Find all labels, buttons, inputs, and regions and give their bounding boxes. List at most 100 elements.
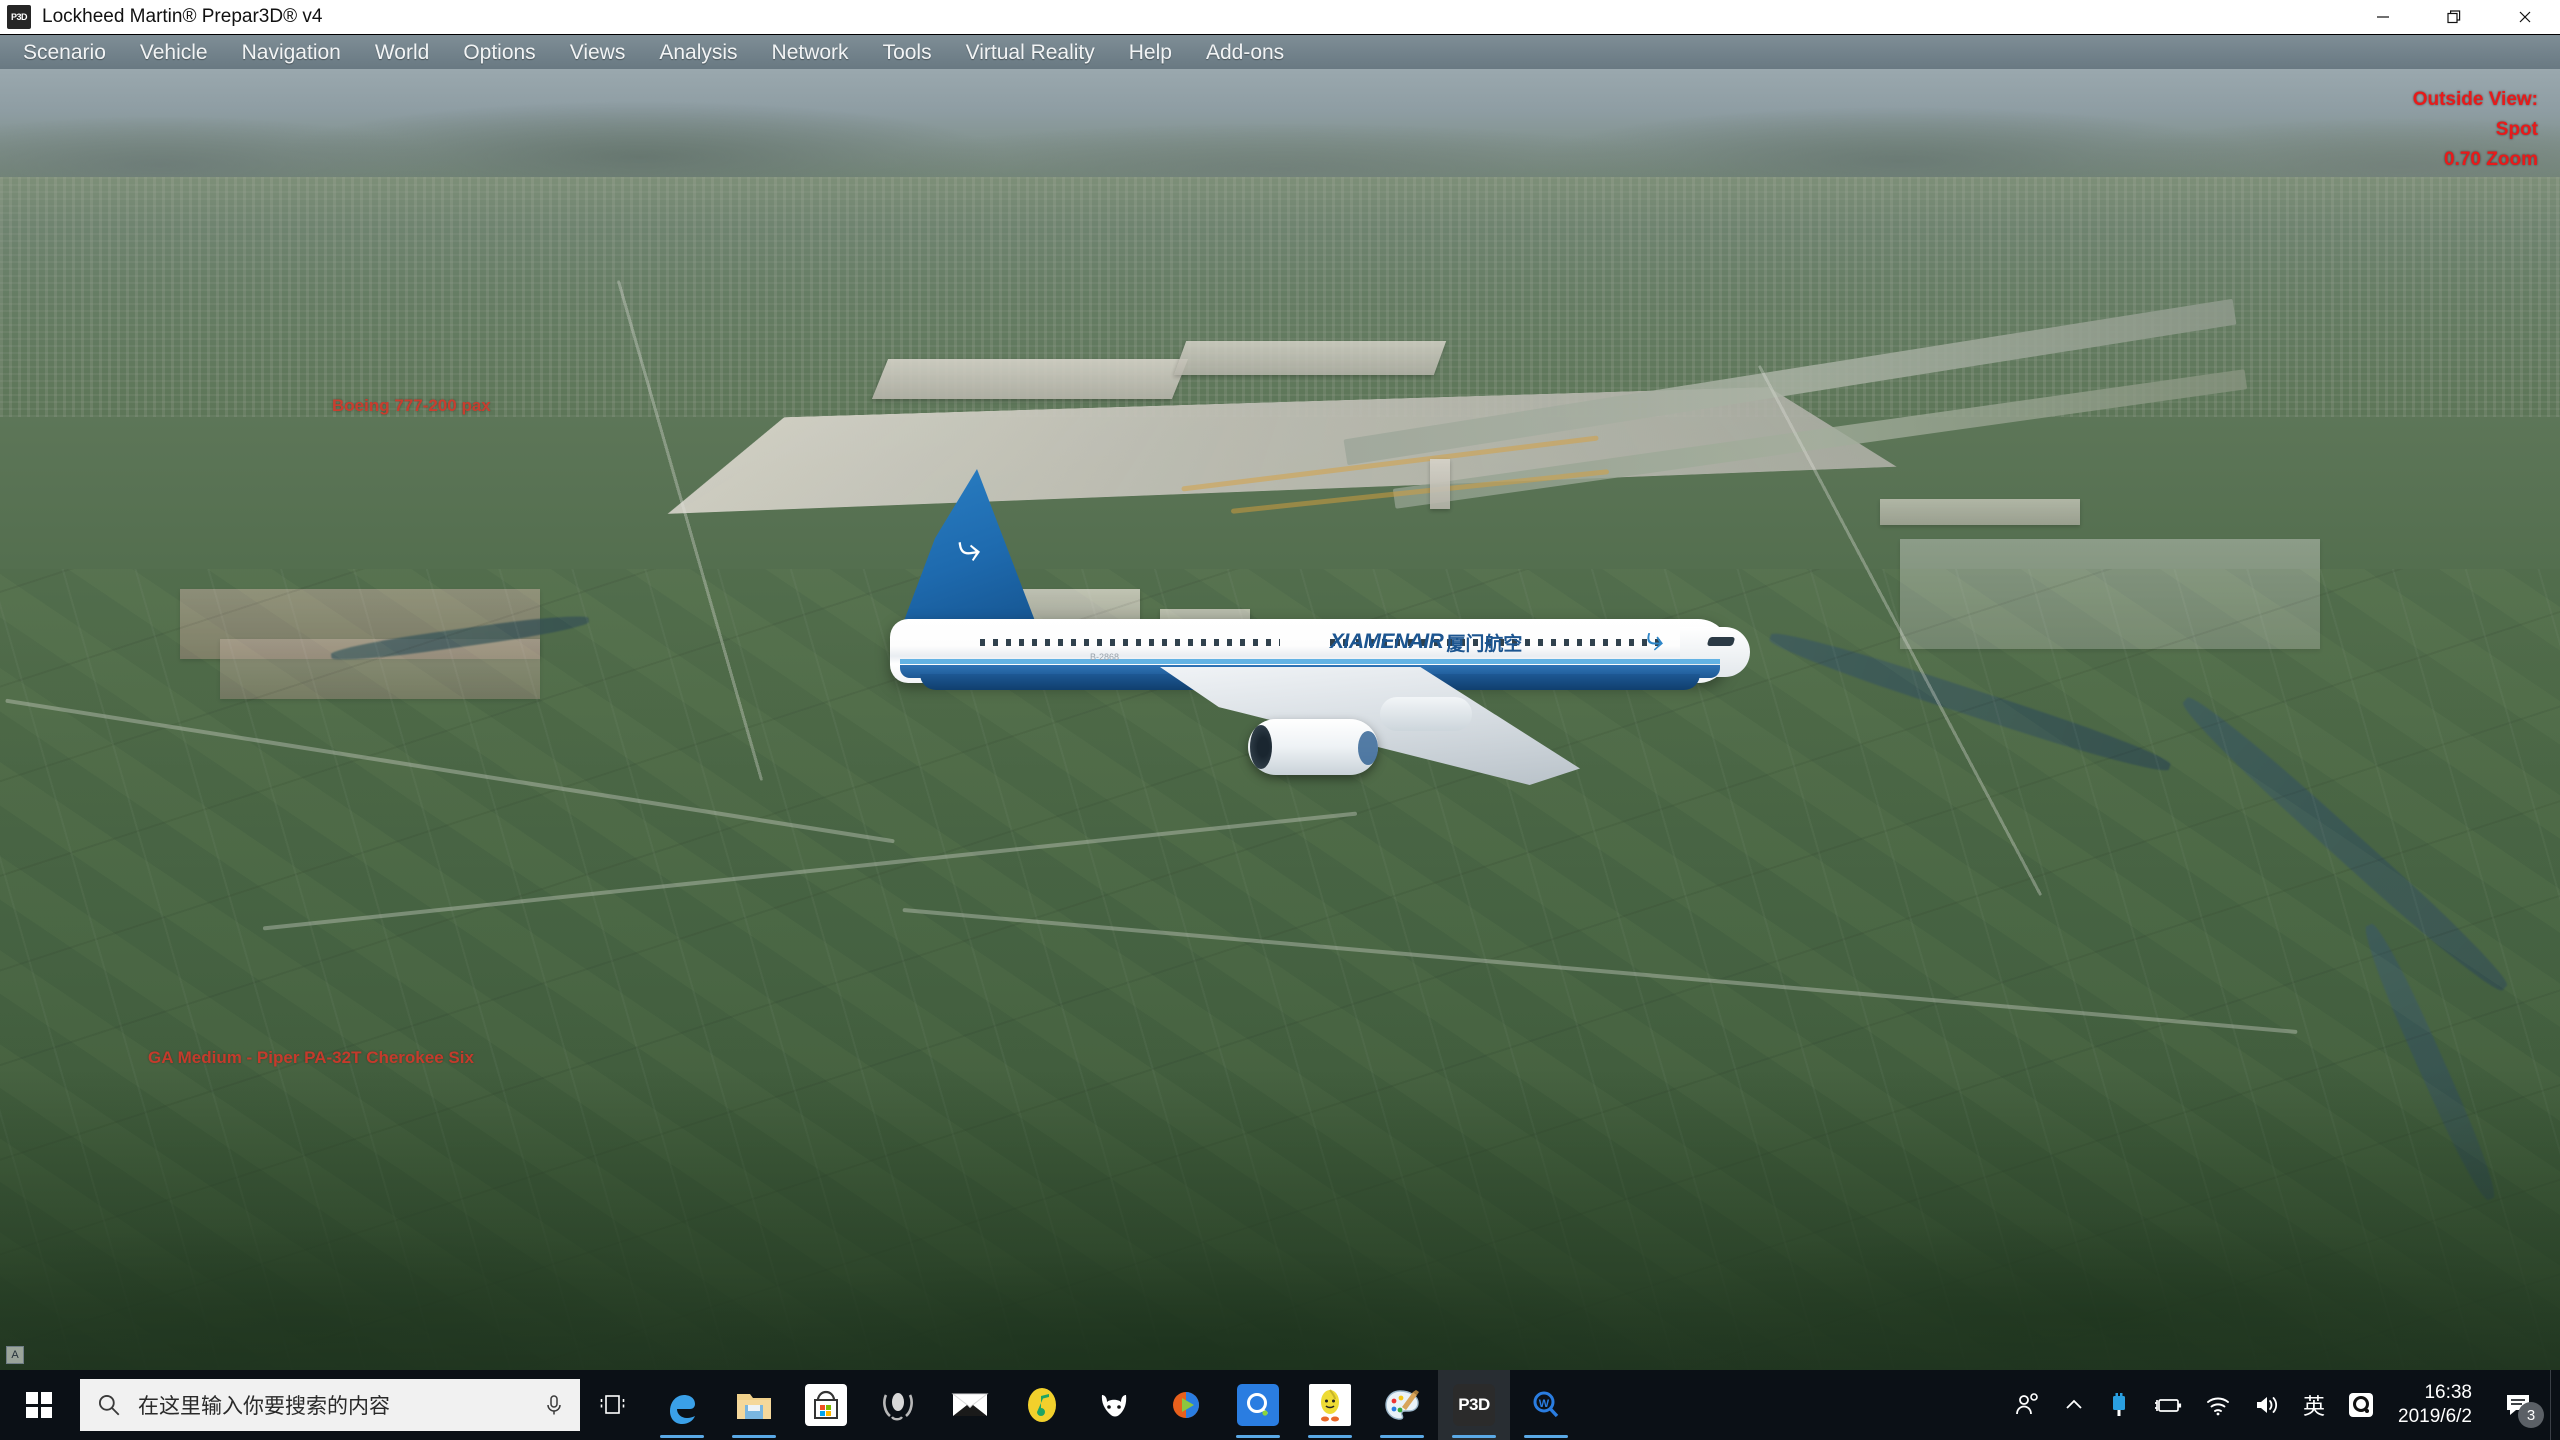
menu-item-analysis[interactable]: Analysis (642, 35, 754, 70)
qq-tray-icon[interactable] (2336, 1370, 2386, 1440)
running-indicator (1380, 1435, 1424, 1438)
engine-inlet (1250, 725, 1272, 769)
cheatline-light (900, 659, 1720, 664)
livery-text: XIAMENAIR (1330, 630, 1444, 653)
scenery-label-boeing: Boeing 777-200 pax (332, 396, 491, 415)
battery-icon[interactable] (2142, 1370, 2194, 1440)
menu-item-network[interactable]: Network (755, 35, 866, 70)
running-indicator (1452, 1435, 1496, 1438)
window-title-bar: P3D Lockheed Martin® Prepar3D® v4 (0, 0, 2560, 34)
menu-item-views[interactable]: Views (553, 35, 643, 70)
ime-indicator[interactable]: 英 (2292, 1370, 2336, 1440)
running-indicator (1308, 1435, 1352, 1438)
close-button[interactable] (2489, 0, 2560, 34)
taskbar-app-character[interactable] (1294, 1370, 1366, 1440)
show-hidden-icons-button[interactable] (2052, 1370, 2096, 1440)
taskbar-app-alienware[interactable] (862, 1370, 934, 1440)
taskbar-app-foobar2000[interactable] (1078, 1370, 1150, 1440)
running-indicator (732, 1435, 776, 1438)
simulation-viewport[interactable]: ⤷ XIAMENAIR 厦门航空 ⤷ B-2868 Boeing 777-200… (0, 69, 2560, 1370)
menu-item-tools[interactable]: Tools (866, 35, 949, 70)
engine-far (1380, 697, 1472, 731)
usb-icon[interactable] (2096, 1370, 2142, 1440)
hangar (1880, 499, 2080, 525)
taskbar-app-qq-music[interactable] (1006, 1370, 1078, 1440)
paint-palette-icon (1385, 1390, 1419, 1420)
airline-tail-logo: ⤷ (954, 523, 984, 572)
registration-text: B-2868 (1090, 652, 1120, 662)
edge-icon (670, 1395, 695, 1424)
cabin-windows (980, 639, 1280, 646)
hud-view-mode-label: Outside View: (2412, 89, 2538, 110)
w-search-icon: W (1533, 1391, 1559, 1418)
taskbar-app-paint[interactable] (1366, 1370, 1438, 1440)
ime-label: 英 (2303, 1395, 2326, 1420)
alienware-icon (883, 1393, 913, 1421)
hud-zoom-level: 0.70 Zoom (2444, 149, 2538, 170)
qq-browser-icon (1247, 1393, 1269, 1416)
microphone-icon[interactable] (528, 1393, 580, 1417)
network-icon[interactable] (2194, 1370, 2242, 1440)
show-desktop-button[interactable] (2550, 1370, 2560, 1440)
p3d-icon: P3D (1453, 1384, 1495, 1426)
user-aircraft: ⤷ XIAMENAIR 厦门航空 ⤷ B-2868 (860, 469, 1780, 809)
menu-item-scenario[interactable]: Scenario (6, 35, 123, 70)
livery-text-cn: 厦门航空 (1446, 632, 1523, 655)
engine-exhaust (1358, 731, 1378, 765)
window-controls (2347, 0, 2560, 34)
menu-item-world[interactable]: World (358, 35, 446, 70)
microsoft-store-icon (814, 1390, 838, 1419)
taskbar-app-wechat-search[interactable]: W (1510, 1370, 1582, 1440)
terminal-building (871, 359, 1189, 399)
foobar2000-icon (1101, 1395, 1127, 1417)
windows-logo-icon (26, 1392, 52, 1418)
menu-item-help[interactable]: Help (1112, 35, 1189, 70)
maximize-button[interactable] (2418, 0, 2489, 34)
action-center-button[interactable]: 3 (2488, 1370, 2550, 1440)
menu-item-navigation[interactable]: Navigation (225, 35, 358, 70)
scenery-label-piper: GA Medium - Piper PA-32T Cherokee Six (148, 1048, 474, 1067)
taskbar-app-mail[interactable] (934, 1370, 1006, 1440)
livery-swoosh-icon: ⤷ (1641, 621, 1669, 658)
menu-item-vehicle[interactable]: Vehicle (123, 35, 225, 70)
mail-icon (951, 1393, 989, 1416)
qq-music-icon (1028, 1388, 1056, 1422)
livery-titles: XIAMENAIR 厦门航空 (1330, 629, 1640, 655)
taskbar-app-potplayer[interactable] (1150, 1370, 1222, 1440)
people-icon[interactable] (2002, 1370, 2052, 1440)
taskbar-app-edge[interactable] (646, 1370, 718, 1440)
clock-date: 2019/6/2 (2398, 1406, 2472, 1427)
view-hud: Outside View: Spot 0.70 Zoom (2413, 85, 2538, 175)
character-icon (1321, 1389, 1339, 1422)
running-indicator (660, 1435, 704, 1438)
main-menu-bar: Scenario Vehicle Navigation World Option… (0, 34, 2560, 69)
taskbar-app-file-explorer[interactable] (718, 1370, 790, 1440)
desktop-corner-icon[interactable]: A (6, 1346, 24, 1364)
menu-item-options[interactable]: Options (446, 35, 552, 70)
task-view-button[interactable] (580, 1370, 646, 1440)
svg-text:W: W (1539, 1398, 1550, 1410)
search-input[interactable]: 在这里输入你要搜索的内容 (138, 1390, 528, 1420)
system-tray: 英 16:38 2019/6/2 3 (2002, 1370, 2560, 1440)
task-view-icon (600, 1395, 625, 1414)
running-indicator (1236, 1435, 1280, 1438)
window-title: Lockheed Martin® Prepar3D® v4 (42, 6, 323, 27)
forest (0, 1069, 2560, 1370)
menu-item-addons[interactable]: Add-ons (1189, 35, 1301, 70)
hud-view-mode-value: Spot (2495, 119, 2538, 140)
start-button[interactable] (0, 1370, 78, 1440)
volume-icon[interactable] (2242, 1370, 2292, 1440)
terminal-building (1173, 341, 1447, 375)
menu-item-virtual-reality[interactable]: Virtual Reality (949, 35, 1112, 70)
running-indicator (1524, 1435, 1568, 1438)
taskbar-app-microsoft-store[interactable] (790, 1370, 862, 1440)
app-icon: P3D (7, 5, 31, 29)
search-icon (80, 1392, 138, 1418)
taskbar-app-prepar3d[interactable]: P3D (1438, 1370, 1510, 1440)
taskbar-clock[interactable]: 16:38 2019/6/2 (2386, 1370, 2488, 1440)
app-icon-label: P3D (10, 12, 28, 22)
folder-icon (737, 1394, 771, 1419)
minimize-button[interactable] (2347, 0, 2418, 34)
taskbar-app-qq-browser[interactable] (1222, 1370, 1294, 1440)
taskbar-search-box[interactable]: 在这里输入你要搜索的内容 (80, 1379, 580, 1431)
